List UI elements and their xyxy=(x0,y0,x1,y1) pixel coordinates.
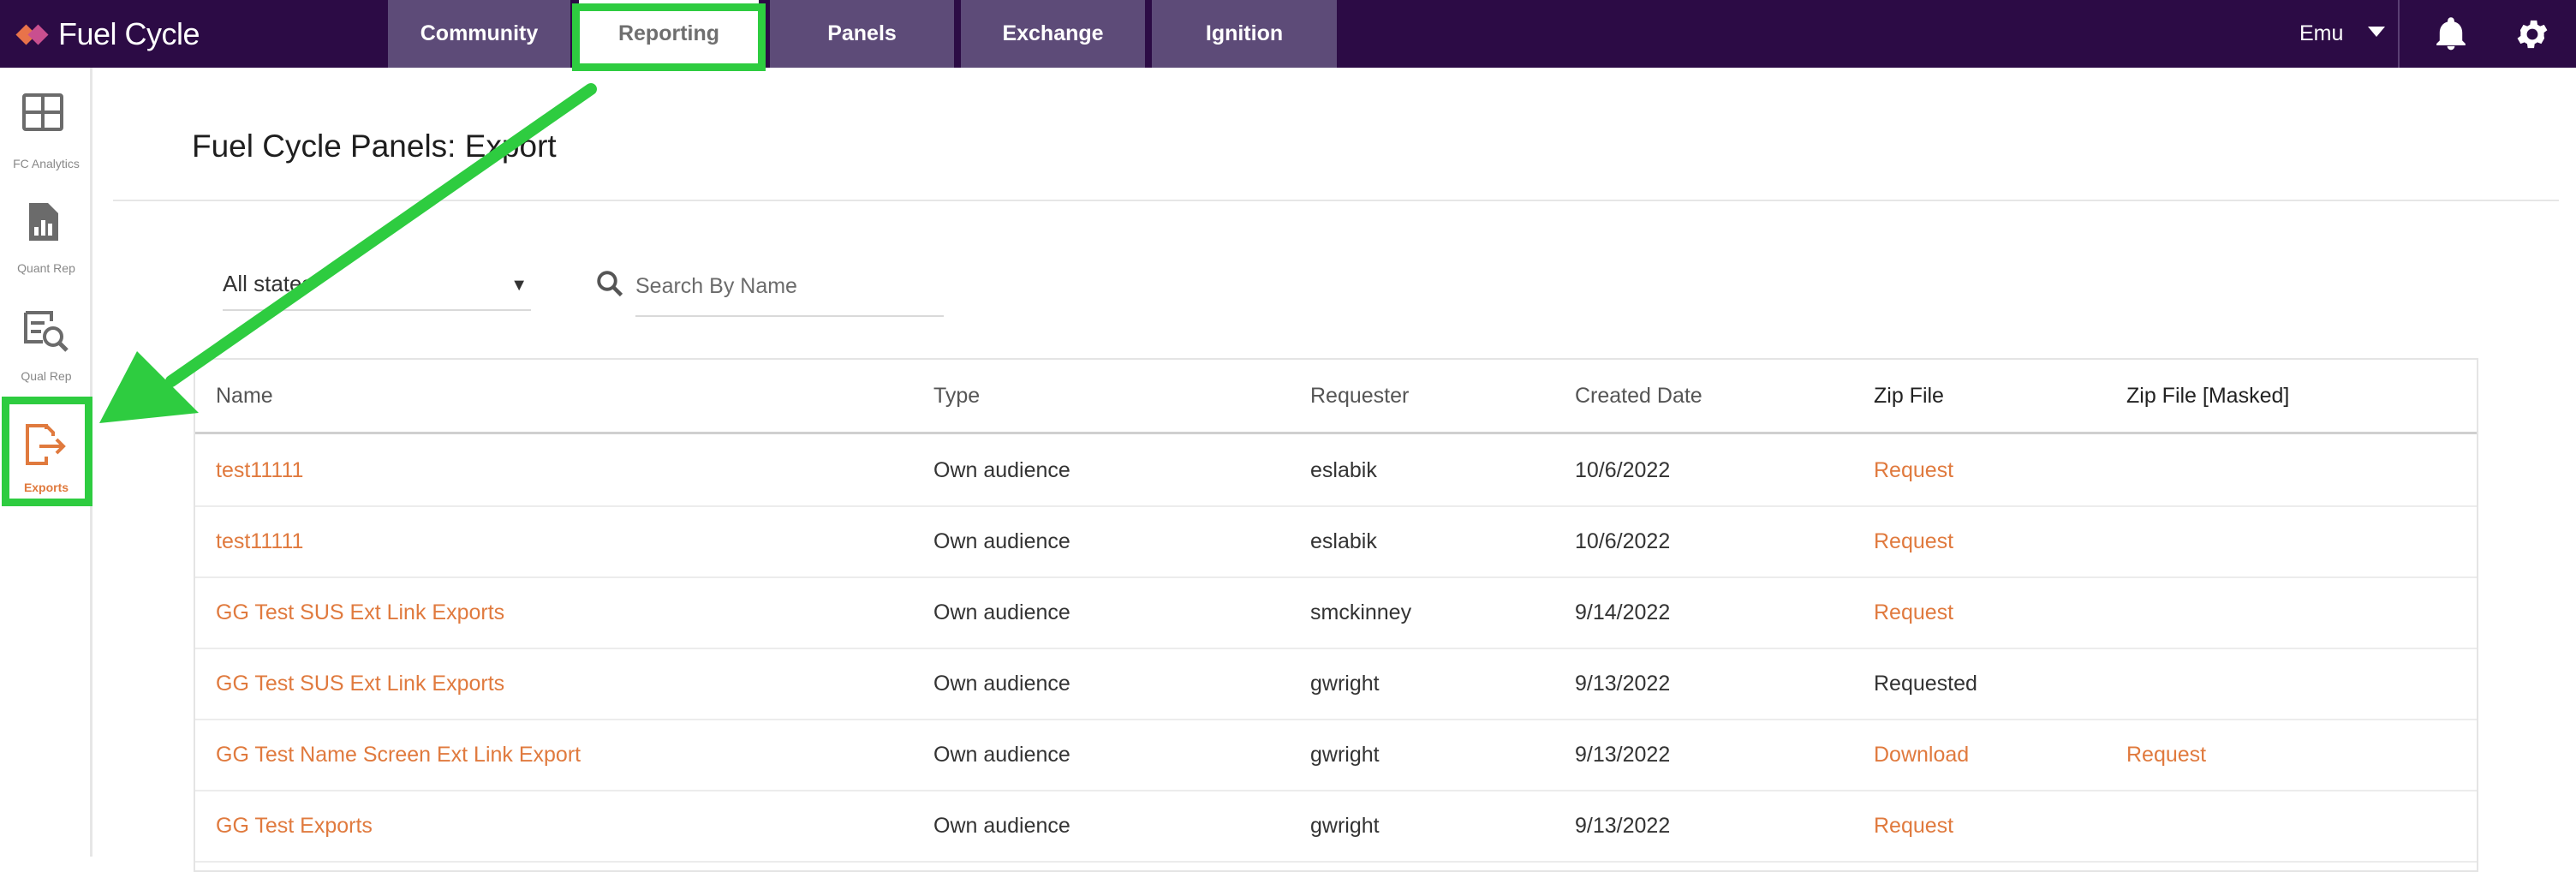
export-created-date: 9/13/2022 xyxy=(1575,743,1671,767)
column-header-created-date[interactable]: Created Date xyxy=(1575,384,1702,409)
title-divider xyxy=(113,200,2559,201)
sidebar-item-label: FC Analytics xyxy=(13,157,80,170)
tab-exchange[interactable]: Exchange xyxy=(961,0,1145,68)
sidebar-item-qual-rep[interactable]: Qual Rep xyxy=(0,290,92,385)
bell-icon[interactable] xyxy=(2432,15,2470,53)
export-name-link[interactable]: test11111 xyxy=(216,458,303,483)
tab-panels[interactable]: Panels xyxy=(770,0,954,68)
app-name: Fuel Cycle xyxy=(58,16,200,51)
exports-highlight xyxy=(2,397,92,506)
zip-masked-request-link[interactable]: Request xyxy=(2126,743,2206,767)
column-header-type[interactable]: Type xyxy=(933,384,980,409)
export-requester: eslabik xyxy=(1310,529,1377,553)
export-type: Own audience xyxy=(933,814,1070,838)
status-filter-select[interactable]: All states ▼ xyxy=(223,262,531,311)
export-created-date: 9/13/2022 xyxy=(1575,672,1671,696)
export-requester: gwright xyxy=(1310,814,1380,838)
exports-table: Name Type Requester Created Date Zip Fil… xyxy=(194,358,2478,872)
export-name-link[interactable]: GG Test Exports xyxy=(216,814,373,839)
tab-community[interactable]: Community xyxy=(388,0,570,68)
column-header-zip-file: Zip File xyxy=(1874,384,1944,408)
reporting-tab-highlight xyxy=(572,3,766,71)
dropdown-arrow-icon: ▼ xyxy=(510,276,528,295)
export-type: Own audience xyxy=(933,529,1070,553)
zip-download-link[interactable]: Download xyxy=(1874,743,1969,767)
table-row: GG Test Name Screen Ext Link Export Own … xyxy=(195,720,2477,791)
user-menu-label[interactable]: Emu xyxy=(2299,0,2343,68)
column-header-zip-file-masked: Zip File [Masked] xyxy=(2126,384,2290,408)
zip-request-link[interactable]: Request xyxy=(1874,600,1953,625)
sidebar-item-label: Quant Rep xyxy=(17,261,75,275)
export-requester: gwright xyxy=(1310,672,1380,696)
export-type: Own audience xyxy=(933,600,1070,624)
zip-request-link[interactable]: Request xyxy=(1874,458,1953,483)
export-type: Own audience xyxy=(933,458,1070,482)
grid-icon xyxy=(22,93,63,131)
export-requester: gwright xyxy=(1310,743,1380,767)
export-name-link[interactable]: GG Test SUS Ext Link Exports xyxy=(216,672,504,696)
bar-chart-icon xyxy=(29,203,58,241)
fuel-cycle-logo-icon xyxy=(15,24,51,45)
export-created-date: 10/6/2022 xyxy=(1575,529,1671,553)
sidebar-item-fc-analytics[interactable]: FC Analytics xyxy=(0,75,92,170)
export-created-date: 10/6/2022 xyxy=(1575,458,1671,482)
search-input[interactable] xyxy=(635,257,944,317)
sidebar-item-label: Qual Rep xyxy=(21,369,72,383)
table-row: test11111 Own audience eslabik 10/6/2022… xyxy=(195,507,2477,578)
document-search-icon xyxy=(24,311,69,352)
table-header: Name Type Requester Created Date Zip Fil… xyxy=(195,360,2477,434)
table-row: GG Test Exports Own audience gwright 9/1… xyxy=(195,791,2477,863)
zip-request-link[interactable]: Request xyxy=(1874,529,1953,554)
export-type: Own audience xyxy=(933,672,1070,696)
export-created-date: 9/14/2022 xyxy=(1575,600,1671,624)
tab-ignition[interactable]: Ignition xyxy=(1152,0,1337,68)
export-type: Own audience xyxy=(933,743,1070,767)
zip-requested-status: Requested xyxy=(1874,672,1977,696)
export-created-date: 9/13/2022 xyxy=(1575,814,1671,838)
top-nav-bar: Fuel Cycle Community Reporting Panels Ex… xyxy=(0,0,2576,68)
chevron-down-icon[interactable] xyxy=(2368,27,2385,37)
export-name-link[interactable]: GG Test SUS Ext Link Exports xyxy=(216,600,504,625)
table-row: test11111 Own audience eslabik 10/6/2022… xyxy=(195,436,2477,507)
table-row: GG Test SUS Ext Link Exports Own audienc… xyxy=(195,578,2477,649)
sidebar-item-quant-rep[interactable]: Quant Rep xyxy=(0,182,92,277)
export-requester: smckinney xyxy=(1310,600,1412,624)
table-row: GG Test SUS Ext Link Exports Own audienc… xyxy=(195,649,2477,720)
search-icon xyxy=(597,271,623,297)
column-header-name[interactable]: Name xyxy=(216,384,273,409)
gear-icon[interactable] xyxy=(2513,15,2551,53)
nav-divider xyxy=(2398,0,2400,68)
app-logo[interactable]: Fuel Cycle xyxy=(15,15,200,53)
export-requester: eslabik xyxy=(1310,458,1377,482)
status-filter-value: All states xyxy=(223,271,313,296)
zip-request-link[interactable]: Request xyxy=(1874,814,1953,839)
column-header-requester[interactable]: Requester xyxy=(1310,384,1409,409)
export-name-link[interactable]: test11111 xyxy=(216,529,303,554)
page-title: Fuel Cycle Panels: Export xyxy=(192,128,557,164)
export-name-link[interactable]: GG Test Name Screen Ext Link Export xyxy=(216,743,581,767)
